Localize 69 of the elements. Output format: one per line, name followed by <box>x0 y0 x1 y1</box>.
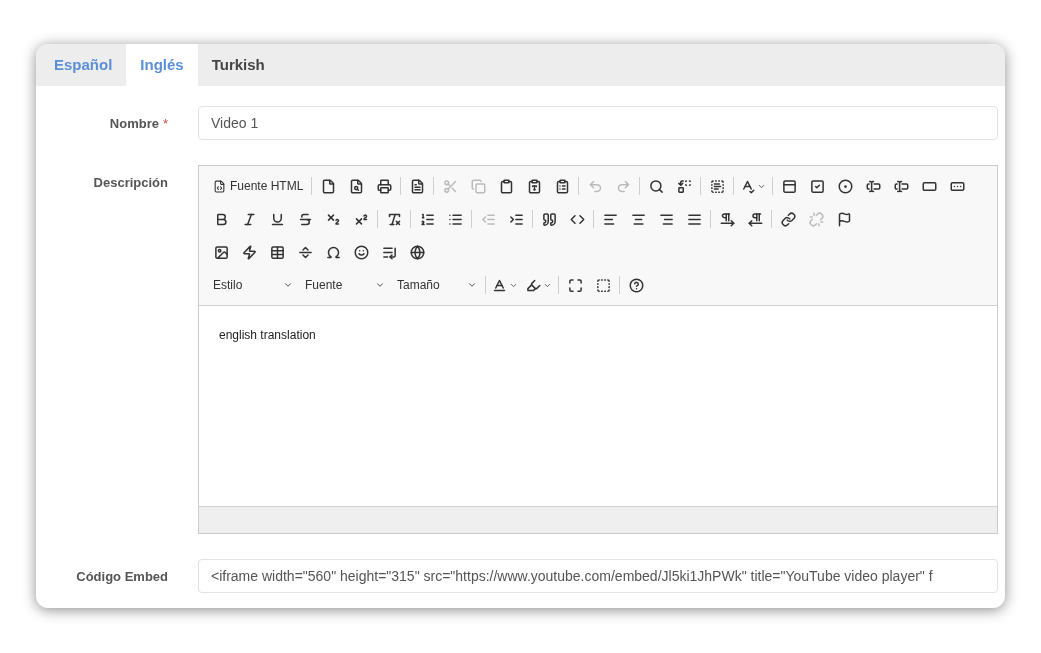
paste-text-icon <box>526 178 542 194</box>
print-icon <box>376 178 392 194</box>
superscript-icon <box>353 211 369 227</box>
editor-content-area[interactable]: english translation <box>199 306 997 506</box>
textarea-icon <box>893 178 909 194</box>
quote-icon <box>541 211 557 227</box>
align-right-icon <box>658 211 674 227</box>
text-field-icon <box>865 178 881 194</box>
field-label: Descripción <box>93 174 168 192</box>
align-left-icon <box>602 211 618 227</box>
required-mark: * <box>162 115 168 133</box>
bulleted-list-icon <box>447 211 463 227</box>
flag-icon <box>836 211 852 227</box>
indent-icon <box>508 211 524 227</box>
embed-code-field[interactable]: <iframe width="560" height="315" src="https://www.youtube.com/embed/Jl5ki1JhPWk" title="YouTube video player" f <box>198 559 998 593</box>
cut-icon <box>442 178 458 194</box>
undo-icon <box>587 178 603 194</box>
toolbar-dropdown[interactable]: Tamaño <box>391 271 483 299</box>
horizontal-rule-icon <box>297 244 313 260</box>
unlink-icon <box>808 211 824 227</box>
field-label: Nombre <box>109 115 159 133</box>
subscript-icon <box>325 211 341 227</box>
strikethrough-icon <box>297 211 313 227</box>
help-icon <box>628 277 644 293</box>
caret-icon <box>467 280 477 290</box>
background-color-icon <box>526 277 541 293</box>
toolbar-dropdown[interactable]: Fuente <box>299 271 391 299</box>
paste-icon <box>498 178 514 194</box>
caret-icon <box>375 280 385 290</box>
templates-icon <box>409 178 425 194</box>
smiley-icon <box>353 244 369 260</box>
name-field[interactable]: Video 1 <box>198 106 998 140</box>
underline-icon <box>269 211 285 227</box>
image-icon <box>213 244 229 260</box>
search-icon <box>648 178 664 194</box>
justify-icon <box>686 211 702 227</box>
source-button[interactable]: Fuente HTML <box>207 172 310 200</box>
rtl-icon <box>747 211 763 227</box>
outdent-icon <box>480 211 496 227</box>
align-center-icon <box>630 211 646 227</box>
show-blocks-icon <box>595 277 611 293</box>
new-page-icon <box>320 178 336 194</box>
ltr-icon <box>719 211 735 227</box>
editor-text: english translation <box>219 327 317 344</box>
source-icon <box>213 179 226 193</box>
toolbar-dropdown[interactable]: Estilo <box>207 271 299 299</box>
text-color-icon <box>492 277 507 293</box>
copy-icon <box>470 178 486 194</box>
numbered-list-icon <box>419 211 435 227</box>
remove-format-icon <box>386 211 402 227</box>
caret-icon <box>283 280 293 290</box>
form-icon <box>781 178 797 194</box>
link-icon <box>780 211 796 227</box>
maximize-icon <box>567 277 583 293</box>
flash-icon <box>241 244 257 260</box>
table-icon <box>269 244 285 260</box>
redo-icon <box>615 178 631 194</box>
checkbox-icon <box>809 178 825 194</box>
field-label: Código Embed <box>76 568 168 586</box>
page-break-icon <box>381 244 397 260</box>
preview-icon <box>348 178 364 194</box>
globe-icon <box>409 244 425 260</box>
omega-icon <box>325 244 341 260</box>
paste-word-icon <box>554 178 570 194</box>
italic-icon <box>241 211 257 227</box>
spellcheck-icon <box>740 178 756 194</box>
select-all-icon <box>709 178 725 194</box>
radio-icon <box>837 178 853 194</box>
replace-icon <box>676 178 692 194</box>
